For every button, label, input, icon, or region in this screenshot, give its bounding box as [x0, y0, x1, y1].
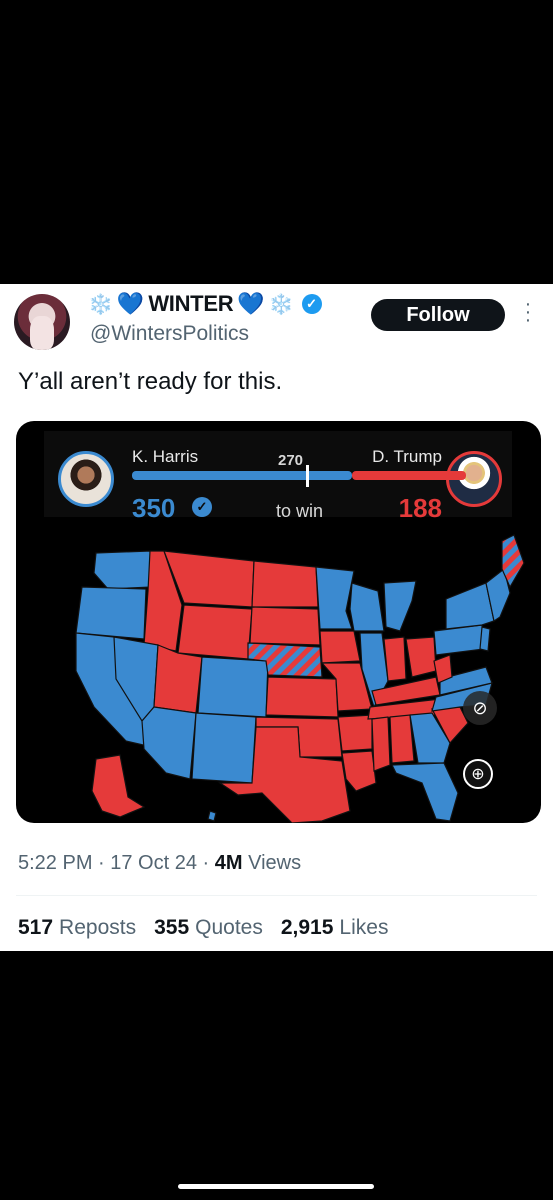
state-ohio: [405, 636, 437, 678]
tweet-card: ❄️ 💙 WINTER 💙 ❄️ ✓ @WintersPolitics Foll…: [0, 284, 553, 951]
state-colorado: [197, 656, 269, 718]
state-washington: [93, 550, 153, 590]
state-west-virginia: [433, 654, 453, 684]
state-iowa: [319, 630, 361, 664]
state-oregon: [75, 586, 147, 640]
state-arkansas: [337, 714, 373, 752]
to-win-label: to win: [276, 501, 324, 521]
state-arizona: [141, 706, 197, 780]
likes-count: 2,915: [280, 916, 334, 939]
state-alabama: [389, 714, 415, 764]
home-indicator[interactable]: [178, 1184, 374, 1189]
harris-portrait: [58, 451, 114, 507]
state-pennsylvania: [433, 624, 485, 656]
verified-badge-icon: ✓: [301, 294, 322, 314]
divider: [16, 895, 537, 896]
right-candidate-name: D. Trump: [372, 447, 442, 466]
snowflake-icon: ❄️: [268, 293, 294, 316]
reposts-stat[interactable]: 517 Reposts: [18, 916, 136, 940]
state-wyoming: [177, 604, 253, 660]
electoral-vote-bar: K. Harris D. Trump 270 350 ✓ to win 188: [44, 431, 512, 523]
threshold-label: 270: [278, 452, 304, 469]
state-louisiana: [341, 750, 377, 792]
author-name-row[interactable]: ❄️ 💙 WINTER 💙 ❄️ ✓: [88, 290, 322, 318]
author-name[interactable]: WINTER: [148, 291, 233, 317]
state-mississippi: [371, 716, 391, 772]
state-new-york: [445, 582, 495, 630]
tweet-text: Y’all aren’t ready for this.: [18, 368, 283, 395]
left-candidate-name: K. Harris: [132, 447, 199, 466]
views-label: Views: [248, 852, 302, 874]
likes-stat[interactable]: 2,915 Likes: [281, 916, 389, 940]
state-indiana: [383, 636, 407, 682]
views-count: 4M: [214, 852, 243, 874]
likes-label: Likes: [339, 916, 389, 939]
check-icon: ✓: [192, 497, 212, 517]
tweet-media[interactable]: K. Harris D. Trump 270 350 ✓ to win 188: [16, 421, 541, 823]
quotes-label: Quotes: [195, 916, 263, 939]
left-vote-count: 350: [132, 493, 176, 523]
state-north-dakota: [251, 560, 319, 608]
zoom-in-icon[interactable]: ⊕: [463, 759, 493, 789]
more-options-icon[interactable]: · · ·: [522, 294, 534, 330]
state-south-dakota: [249, 606, 321, 646]
timestamp[interactable]: 5:22 PM · 17 Oct 24 ·: [18, 852, 215, 874]
threshold-marker: [306, 465, 309, 487]
author-handle[interactable]: @WintersPolitics: [90, 322, 249, 346]
us-electoral-map: [75, 534, 525, 823]
democrat-bar: [132, 471, 352, 480]
state-minnesota: [315, 566, 355, 630]
tweet-stats: 517 Reposts 355 Quotes 2,915 Likes: [18, 916, 388, 940]
heart-icon: 💙: [237, 291, 265, 316]
snowflake-icon: ❄️: [88, 293, 113, 316]
state-wisconsin: [349, 582, 385, 632]
state-alaska: [91, 754, 146, 818]
author-avatar[interactable]: [14, 294, 70, 350]
quotes-count: 355: [154, 916, 190, 939]
state-new-mexico: [191, 712, 257, 784]
state-utah: [153, 644, 203, 714]
state-florida: [391, 762, 459, 822]
tweet-meta: 5:22 PM · 17 Oct 24 · 4M Views: [18, 852, 301, 875]
reposts-label: Reposts: [59, 916, 137, 939]
state-hawaii: [207, 810, 217, 822]
state-michigan: [383, 580, 417, 632]
right-vote-count: 188: [398, 493, 442, 523]
eye-off-icon[interactable]: ⊘: [463, 691, 497, 725]
reposts-count: 517: [18, 916, 54, 939]
follow-button[interactable]: Follow: [371, 299, 505, 331]
state-kansas: [265, 676, 339, 718]
quotes-stat[interactable]: 355 Quotes: [154, 916, 263, 940]
heart-icon: 💙: [116, 291, 145, 316]
state-new-jersey: [479, 626, 491, 652]
republican-bar: [352, 471, 466, 480]
